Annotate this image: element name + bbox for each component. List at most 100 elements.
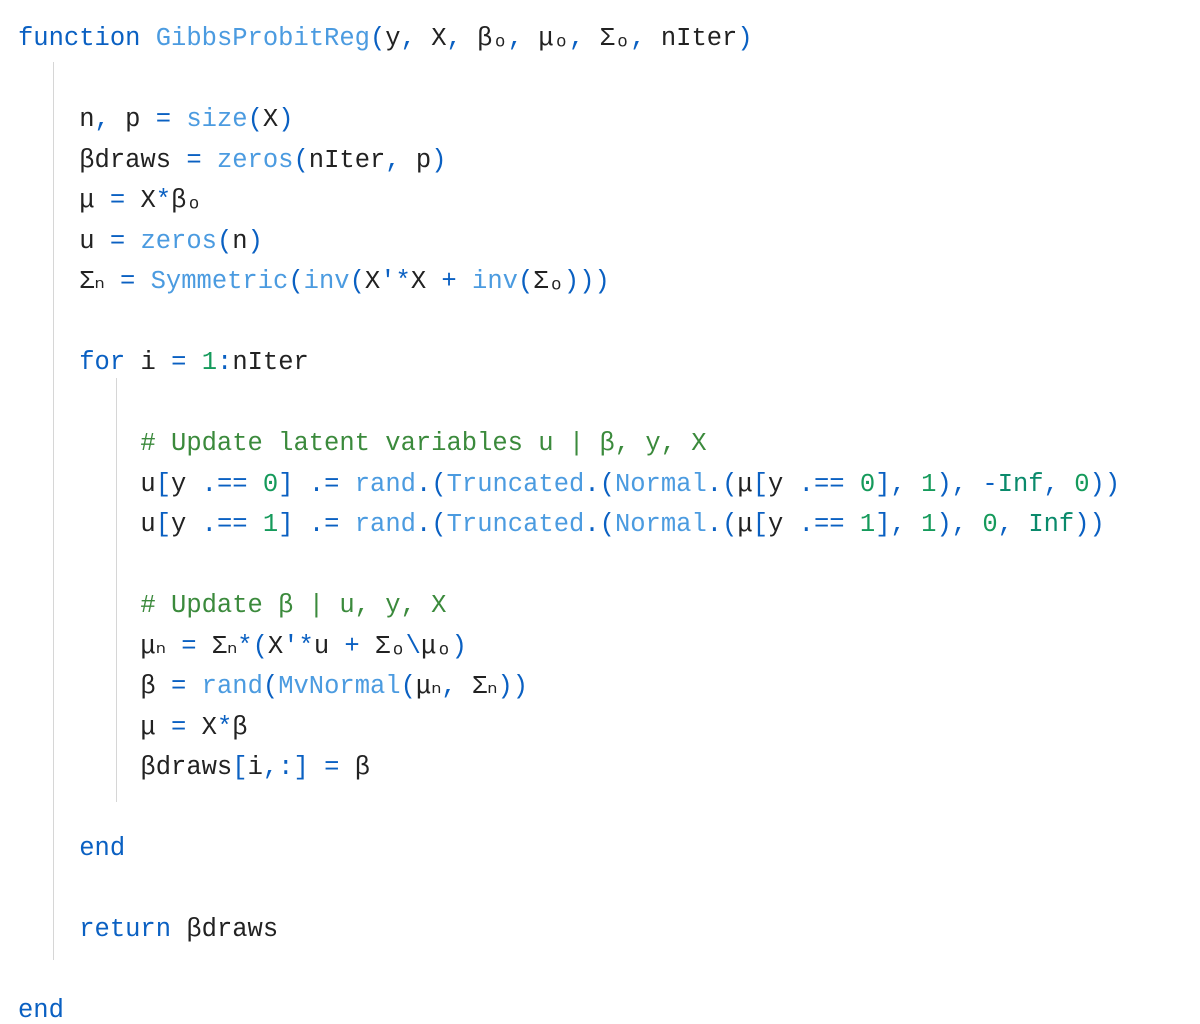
token-op: \ <box>406 632 421 661</box>
token-id: μ <box>737 470 752 499</box>
token-par: ( <box>288 267 303 296</box>
token-op: .== <box>202 470 248 499</box>
token-kw: function <box>18 24 140 53</box>
token-par: [ <box>232 753 247 782</box>
token-op: , <box>998 510 1013 539</box>
token-op: ,: <box>263 753 294 782</box>
token-par: ( <box>722 510 737 539</box>
token-op: = <box>171 672 186 701</box>
token-par: ( <box>370 24 385 53</box>
token-id: βdraws <box>18 146 186 175</box>
token-id: Σₒ <box>533 267 564 296</box>
token-id: y <box>171 470 202 499</box>
token-par: ) <box>278 105 293 134</box>
token-op: . <box>416 510 431 539</box>
token-id <box>135 267 150 296</box>
token-op: = <box>171 713 186 742</box>
token-par: ] <box>293 753 308 782</box>
token-id: βdraws <box>18 753 232 782</box>
token-cmt: # Update latent variables u | β, y, X <box>140 429 706 458</box>
token-id: X <box>186 713 217 742</box>
token-id: μ <box>18 713 171 742</box>
token-par: )) <box>1090 470 1121 499</box>
token-par: ) <box>248 227 263 256</box>
token-op: + <box>441 267 456 296</box>
code-line: β = rand(MvNormal(μₙ, Σₙ)) <box>18 672 528 701</box>
token-fn: Truncated <box>447 470 585 499</box>
token-id: μₙ <box>416 672 441 701</box>
token-id: μₙ <box>18 632 181 661</box>
token-op: , <box>891 510 906 539</box>
token-id <box>18 591 140 620</box>
token-op: = <box>110 227 125 256</box>
token-num: 1 <box>921 510 936 539</box>
token-par: ( <box>518 267 533 296</box>
token-id: u <box>18 470 156 499</box>
token-op: , <box>441 672 456 701</box>
token-id: y <box>171 510 202 539</box>
token-op: '* <box>380 267 411 296</box>
token-num: 1 <box>860 510 875 539</box>
token-id: μ <box>18 186 110 215</box>
token-par: ( <box>600 510 615 539</box>
token-id: βₒ <box>462 24 508 53</box>
token-par: ( <box>253 632 268 661</box>
token-op: = <box>171 348 186 377</box>
token-id: p <box>110 105 156 134</box>
token-id <box>18 348 79 377</box>
token-id: X <box>416 24 447 53</box>
token-cmt: # Update β | u, y, X <box>140 591 446 620</box>
token-num: 0 <box>263 470 278 499</box>
token-id: μ <box>737 510 752 539</box>
token-op: : <box>217 348 232 377</box>
token-par: ] <box>875 470 890 499</box>
token-op: . <box>584 510 599 539</box>
token-id: β <box>339 753 370 782</box>
token-id: βdraws <box>171 915 278 944</box>
token-par: ] <box>278 470 293 499</box>
token-par: ( <box>431 470 446 499</box>
token-id: y <box>768 510 799 539</box>
token-id: i <box>125 348 171 377</box>
token-id: X <box>268 632 283 661</box>
token-par: ( <box>263 672 278 701</box>
token-id: n <box>232 227 247 256</box>
token-id <box>248 470 263 499</box>
token-par: ( <box>431 510 446 539</box>
code-line: u = zeros(n) <box>18 227 263 256</box>
token-id: n <box>18 105 95 134</box>
token-num: 1 <box>921 470 936 499</box>
token-op: .== <box>202 510 248 539</box>
token-num: 1 <box>202 348 217 377</box>
token-op: , <box>952 470 967 499</box>
token-op: , <box>1044 470 1059 499</box>
token-id <box>1059 470 1074 499</box>
token-kw: end <box>18 996 64 1024</box>
token-par: ) <box>452 632 467 661</box>
token-op: , <box>952 510 967 539</box>
token-op: * <box>156 186 171 215</box>
token-fn: size <box>186 105 247 134</box>
token-fn: rand <box>355 510 416 539</box>
token-fn: MvNormal <box>278 672 400 701</box>
token-fn: inv <box>304 267 350 296</box>
token-par: ) <box>936 510 951 539</box>
token-fn: Normal <box>615 510 707 539</box>
token-id: y <box>385 24 400 53</box>
token-id: nIter <box>646 24 738 53</box>
token-par: )) <box>497 672 528 701</box>
token-op: . <box>707 470 722 499</box>
token-op: . <box>584 470 599 499</box>
token-op: , <box>891 470 906 499</box>
token-fn: zeros <box>217 146 294 175</box>
token-op: .== <box>799 510 845 539</box>
token-id <box>1013 510 1028 539</box>
token-id <box>18 915 79 944</box>
token-id: β <box>232 713 247 742</box>
token-op: = <box>110 186 125 215</box>
token-id: X <box>125 186 156 215</box>
token-id <box>339 510 354 539</box>
code-line: μₙ = Σₙ*(X'*u + Σₒ\μₒ) <box>18 632 467 661</box>
token-id: Σₒ <box>360 632 406 661</box>
token-op: - <box>982 470 997 499</box>
